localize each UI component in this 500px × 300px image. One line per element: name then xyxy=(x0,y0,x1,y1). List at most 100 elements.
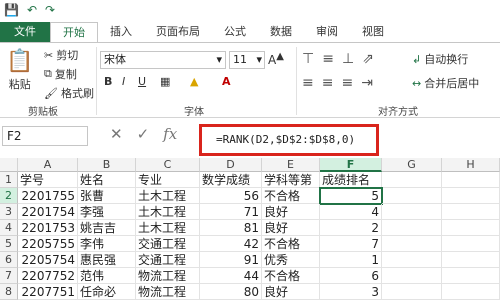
cell-c2[interactable]: 土木工程 xyxy=(136,188,200,204)
cell-f6[interactable]: 1 xyxy=(320,252,382,268)
tab-view[interactable]: 视图 xyxy=(350,22,396,42)
font-color-button[interactable]: A xyxy=(222,75,231,88)
grow-font-button[interactable]: A▲ xyxy=(268,51,284,67)
cell-d5[interactable]: 42 xyxy=(200,236,262,252)
row-header[interactable]: 2 xyxy=(0,188,18,204)
row-header[interactable]: 1 xyxy=(0,172,18,188)
row-header[interactable]: 8 xyxy=(0,284,18,300)
align-middle-icon[interactable]: ≡ xyxy=(322,51,334,67)
cell-b2[interactable]: 张曹 xyxy=(78,188,136,204)
cell-g7[interactable] xyxy=(382,268,442,284)
align-top-icon[interactable]: ⊤ xyxy=(302,51,314,67)
cell-d2[interactable]: 56 xyxy=(200,188,262,204)
cell-f3[interactable]: 4 xyxy=(320,204,382,220)
cell-b5[interactable]: 李伟 xyxy=(78,236,136,252)
cell-g6[interactable] xyxy=(382,252,442,268)
fx-icon[interactable]: fx xyxy=(163,125,177,143)
fill-color-button[interactable]: ▲ xyxy=(190,75,198,88)
row-header[interactable]: 5 xyxy=(0,236,18,252)
tab-review[interactable]: 审阅 xyxy=(304,22,350,42)
cell-g4[interactable] xyxy=(382,220,442,236)
border-button[interactable]: ▦ xyxy=(160,75,170,88)
cell-d7[interactable]: 44 xyxy=(200,268,262,284)
name-box[interactable]: F2 xyxy=(2,126,88,146)
column-header-d[interactable]: D xyxy=(200,158,262,172)
column-header-f[interactable]: F xyxy=(320,158,382,172)
cell-b1[interactable]: 姓名 xyxy=(78,172,136,188)
column-header-a[interactable]: A xyxy=(18,158,78,172)
cell-f1[interactable]: 成绩排名 xyxy=(320,172,382,188)
cell-b3[interactable]: 李强 xyxy=(78,204,136,220)
column-header-c[interactable]: C xyxy=(136,158,200,172)
paste-button[interactable]: 📋 粘贴 xyxy=(6,49,33,92)
undo-icon[interactable]: ↶ xyxy=(27,3,37,17)
save-icon[interactable]: 💾 xyxy=(4,3,19,17)
cell-h4[interactable] xyxy=(442,220,500,236)
cell-b4[interactable]: 姚吉吉 xyxy=(78,220,136,236)
select-all-corner[interactable] xyxy=(0,158,18,172)
cell-h6[interactable] xyxy=(442,252,500,268)
cell-a4[interactable]: 2201753 xyxy=(18,220,78,236)
row-header[interactable]: 3 xyxy=(0,204,18,220)
cell-a3[interactable]: 2201754 xyxy=(18,204,78,220)
cell-f2[interactable]: 5 xyxy=(319,187,383,205)
column-header-g[interactable]: G xyxy=(382,158,442,172)
font-name-select[interactable]: 宋体 ▾ xyxy=(100,51,226,69)
tab-home[interactable]: 开始 xyxy=(50,22,98,42)
cell-c1[interactable]: 专业 xyxy=(136,172,200,188)
column-header-e[interactable]: E xyxy=(262,158,320,172)
cell-d6[interactable]: 91 xyxy=(200,252,262,268)
cell-a2[interactable]: 2201755 xyxy=(18,188,78,204)
cell-c6[interactable]: 交通工程 xyxy=(136,252,200,268)
formula-input[interactable]: =RANK(D2,$D$2:$D$8,0) xyxy=(199,124,379,156)
format-painter-button[interactable]: 🖌 格式刷 xyxy=(44,85,94,101)
cell-g1[interactable] xyxy=(382,172,442,188)
align-left-icon[interactable]: ≡ xyxy=(302,75,314,91)
cell-e6[interactable]: 优秀 xyxy=(262,252,320,268)
row-header[interactable]: 4 xyxy=(0,220,18,236)
cell-c3[interactable]: 土木工程 xyxy=(136,204,200,220)
cell-e3[interactable]: 良好 xyxy=(262,204,320,220)
tab-data[interactable]: 数据 xyxy=(258,22,304,42)
cell-b8[interactable]: 任命必 xyxy=(78,284,136,300)
tab-page-layout[interactable]: 页面布局 xyxy=(144,22,212,42)
cell-d8[interactable]: 80 xyxy=(200,284,262,300)
cell-e7[interactable]: 不合格 xyxy=(262,268,320,284)
cell-d4[interactable]: 81 xyxy=(200,220,262,236)
cell-b7[interactable]: 范伟 xyxy=(78,268,136,284)
cell-c8[interactable]: 物流工程 xyxy=(136,284,200,300)
cut-button[interactable]: ✂ 剪切 xyxy=(44,47,78,63)
tab-formulas[interactable]: 公式 xyxy=(212,22,258,42)
cell-g2[interactable] xyxy=(382,188,442,204)
cell-h7[interactable] xyxy=(442,268,500,284)
cell-f8[interactable]: 3 xyxy=(320,284,382,300)
cell-a7[interactable]: 2207752 xyxy=(18,268,78,284)
cell-a5[interactable]: 2205755 xyxy=(18,236,78,252)
cell-e4[interactable]: 良好 xyxy=(262,220,320,236)
cell-a6[interactable]: 2205754 xyxy=(18,252,78,268)
cell-b6[interactable]: 惠民强 xyxy=(78,252,136,268)
cell-c7[interactable]: 物流工程 xyxy=(136,268,200,284)
cell-h8[interactable] xyxy=(442,284,500,300)
cell-g3[interactable] xyxy=(382,204,442,220)
cell-f4[interactable]: 2 xyxy=(320,220,382,236)
cell-e1[interactable]: 学科等第 xyxy=(262,172,320,188)
cell-e8[interactable]: 良好 xyxy=(262,284,320,300)
font-size-select[interactable]: 11 ▾ xyxy=(229,51,265,69)
cell-d3[interactable]: 71 xyxy=(200,204,262,220)
cell-d1[interactable]: 数学成绩 xyxy=(200,172,262,188)
underline-button[interactable]: U xyxy=(138,75,146,88)
column-header-b[interactable]: B xyxy=(78,158,136,172)
redo-icon[interactable]: ↷ xyxy=(45,3,55,17)
check-icon[interactable]: ✓ xyxy=(137,125,150,143)
cell-h1[interactable] xyxy=(442,172,500,188)
cell-c4[interactable]: 土木工程 xyxy=(136,220,200,236)
indent-icon[interactable]: ⇥ xyxy=(361,75,373,91)
copy-button[interactable]: ⧉ 复制 xyxy=(44,66,77,82)
align-bottom-icon[interactable]: ⊥ xyxy=(342,51,354,67)
cell-f7[interactable]: 6 xyxy=(320,268,382,284)
row-header[interactable]: 6 xyxy=(0,252,18,268)
cell-e5[interactable]: 不合格 xyxy=(262,236,320,252)
cell-h5[interactable] xyxy=(442,236,500,252)
merge-center-button[interactable]: ↔ 合并后居中 xyxy=(412,75,479,91)
